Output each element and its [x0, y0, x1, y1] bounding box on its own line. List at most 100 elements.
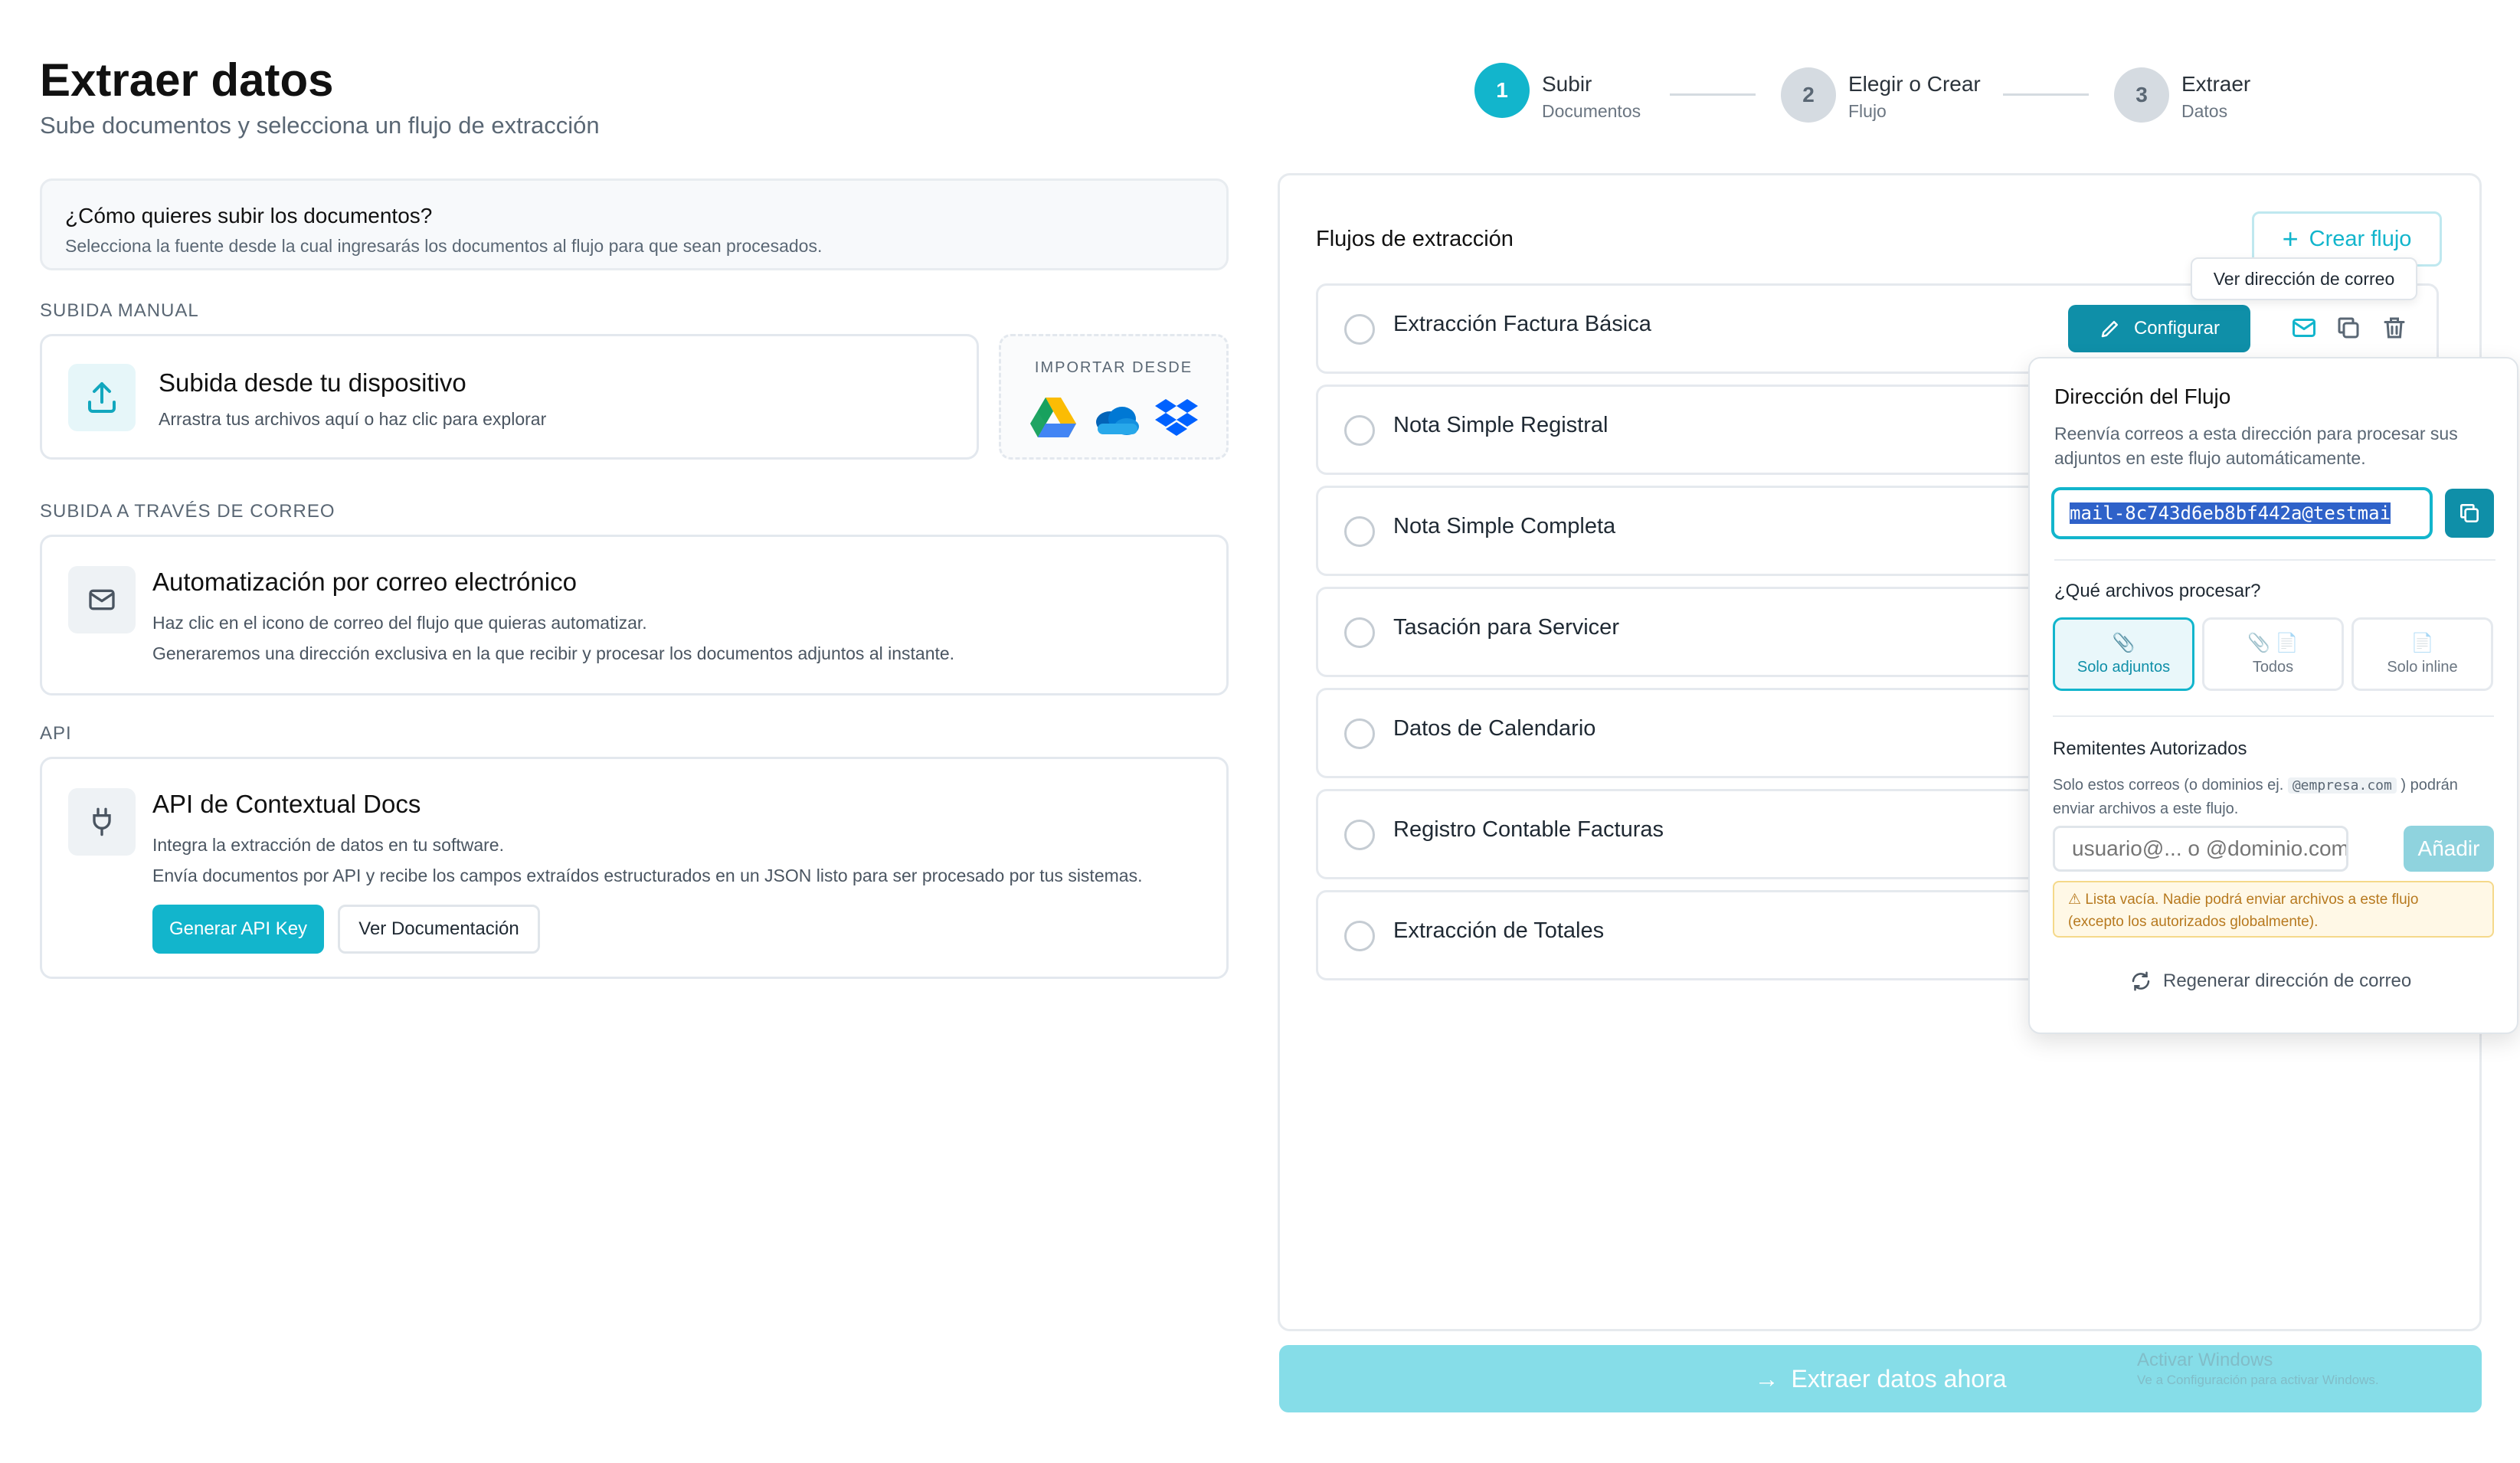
regenerate-email-button[interactable]: Regenerar dirección de correo — [2129, 970, 2411, 993]
plug-icon — [68, 788, 136, 856]
import-from-card: IMPORTAR DESDE — [999, 334, 1229, 460]
api-desc-1: Integra la extracción de datos en tu sof… — [152, 835, 504, 855]
step-1-sub: Documentos — [1542, 101, 1641, 121]
dropbox-icon[interactable] — [1154, 399, 1199, 439]
step-3-title: Extraer — [2181, 72, 2251, 96]
email-tooltip: Ver dirección de correo — [2191, 257, 2417, 300]
configure-button[interactable]: Configurar — [2068, 305, 2250, 352]
email-flow-icon[interactable] — [2290, 314, 2321, 345]
create-flow-label: Crear flujo — [2309, 226, 2412, 251]
option-label: Solo adjuntos — [2077, 659, 2171, 676]
flow-radio[interactable] — [1344, 718, 1375, 749]
files-title: ¿Qué archivos procesar? — [2054, 581, 2261, 601]
api-desc-2: Envía documentos por API y recibe los ca… — [152, 866, 1143, 885]
flow-radio[interactable] — [1344, 921, 1375, 951]
flow-label: Extracción Factura Básica — [1393, 312, 1651, 336]
flow-label: Registro Contable Facturas — [1393, 817, 1664, 842]
option-inline-only[interactable]: 📄 Solo inline — [2351, 617, 2493, 691]
senders-desc-part: Solo estos correos (o dominios ej. — [2053, 777, 2284, 794]
document-icon: 📄 — [2410, 633, 2434, 653]
watermark-title: Activar Windows — [2137, 1350, 2273, 1370]
question-title: ¿Cómo quieres subir los documentos? — [65, 204, 433, 227]
api-title: API de Contextual Docs — [152, 790, 421, 818]
divider — [2054, 559, 2495, 561]
paperclip-document-icon: 📎 📄 — [2247, 633, 2299, 653]
flow-radio[interactable] — [1344, 617, 1375, 648]
step-2-title: Elegir o Crear — [1848, 72, 1981, 96]
senders-desc: Solo estos correos (o dominios ej. @empr… — [2053, 774, 2497, 820]
email-section-label: Subida a través de correo — [40, 501, 335, 522]
paperclip-icon: 📎 — [2112, 633, 2135, 653]
divider — [2053, 715, 2494, 717]
flow-label: Tasación para Servicer — [1393, 615, 1619, 640]
step-2-circle[interactable]: 2 — [1781, 67, 1836, 123]
flow-radio[interactable] — [1344, 820, 1375, 850]
step-1-title: Subir — [1542, 72, 1592, 96]
add-sender-button[interactable]: Añadir — [2404, 826, 2494, 872]
step-1-circle[interactable]: 1 — [1474, 63, 1530, 118]
email-automation-desc-1: Haz clic en el icono de correo del flujo… — [152, 613, 647, 633]
generate-api-key-button[interactable]: Generar API Key — [152, 905, 324, 954]
manual-section-label: Subida manual — [40, 300, 199, 321]
pencil-icon — [2101, 321, 2118, 338]
watermark-sub: Ve a Configuración para activar Windows. — [2137, 1373, 2379, 1387]
step-3-sub: Datos — [2181, 101, 2228, 121]
email-automation-card: Automatización por correo electrónico Ha… — [40, 535, 1229, 695]
flow-email-value: mail-8c743d6eb8bf442a@testmai — [2070, 502, 2391, 524]
step-2-sub: Flujo — [1848, 101, 1887, 121]
onedrive-icon[interactable] — [1091, 404, 1141, 436]
copy-email-button[interactable] — [2445, 489, 2494, 538]
configure-label: Configurar — [2133, 318, 2221, 339]
flow-label: Nota Simple Registral — [1393, 413, 1609, 437]
flow-radio[interactable] — [1344, 516, 1375, 547]
warning-icon: ⚠ — [2068, 892, 2082, 908]
trash-icon[interactable] — [2381, 314, 2411, 345]
flow-radio[interactable] — [1344, 415, 1375, 446]
option-label: Todos — [2252, 659, 2294, 676]
option-all[interactable]: 📎 📄 Todos — [2202, 617, 2344, 691]
api-section-label: API — [40, 723, 72, 744]
upload-question-card: ¿Cómo quieres subir los documentos? Sele… — [40, 178, 1229, 270]
flow-radio[interactable] — [1344, 314, 1375, 345]
option-attachments-only[interactable]: 📎 Solo adjuntos — [2053, 617, 2194, 691]
flow-label: Datos de Calendario — [1393, 716, 1596, 741]
import-from-label: IMPORTAR DESDE — [1034, 359, 1193, 376]
device-upload-desc: Arrastra tus archivos aquí o haz clic pa… — [159, 409, 547, 429]
copy-icon — [2460, 504, 2479, 522]
popover-title: Dirección del Flujo — [2054, 385, 2231, 408]
step-3-circle[interactable]: 3 — [2114, 67, 2169, 123]
empty-list-warning: ⚠ Lista vacía. Nadie podrá enviar archiv… — [2053, 881, 2494, 938]
warning-text: (excepto los autorizados globalmente). — [2068, 914, 2319, 930]
flow-email-field[interactable]: mail-8c743d6eb8bf442a@testmai — [2051, 487, 2433, 539]
device-upload-title: Subida desde tu dispositivo — [159, 368, 466, 397]
domain-example: @empresa.com — [2287, 777, 2397, 794]
upload-icon — [68, 364, 136, 431]
senders-desc-part: enviar archivos a este flujo. — [2053, 800, 2239, 817]
app-root: Extraer datos Sube documentos y seleccio… — [0, 0, 2520, 1463]
device-upload-card[interactable]: Subida desde tu dispositivo Arrastra tus… — [40, 334, 979, 460]
plus-icon: + — [2282, 223, 2299, 254]
popover-desc: Reenvía correos a esta dirección para pr… — [2054, 424, 2458, 468]
step-connector — [2003, 93, 2089, 96]
mail-icon — [68, 566, 136, 633]
email-automation-title: Automatización por correo electrónico — [152, 568, 577, 596]
flow-label: Extracción de Totales — [1393, 918, 1605, 943]
flows-title: Flujos de extracción — [1316, 227, 1514, 251]
google-drive-icon[interactable] — [1030, 398, 1076, 439]
page-subtitle: Sube documentos y selecciona un flujo de… — [40, 112, 600, 139]
warning-text: Lista vacía. Nadie podrá enviar archivos… — [2085, 892, 2419, 908]
flow-label: Nota Simple Completa — [1393, 514, 1616, 538]
step-connector — [1670, 93, 1756, 96]
question-desc: Selecciona la fuente desde la cual ingre… — [65, 236, 823, 256]
view-docs-button[interactable]: Ver Documentación — [338, 905, 540, 954]
email-automation-desc-2: Generaremos una dirección exclusiva en l… — [152, 643, 955, 663]
refresh-icon — [2132, 971, 2150, 991]
senders-desc-part: ) podrán — [2401, 777, 2458, 794]
regenerate-label: Regenerar dirección de correo — [2163, 970, 2412, 991]
senders-title: Remitentes Autorizados — [2053, 738, 2247, 759]
option-label: Solo inline — [2387, 659, 2458, 676]
arrow-right-icon: → — [1754, 1364, 1779, 1393]
page-title: Extraer datos — [40, 54, 334, 106]
copy-flow-icon[interactable] — [2335, 314, 2365, 345]
sender-input[interactable] — [2053, 826, 2348, 872]
